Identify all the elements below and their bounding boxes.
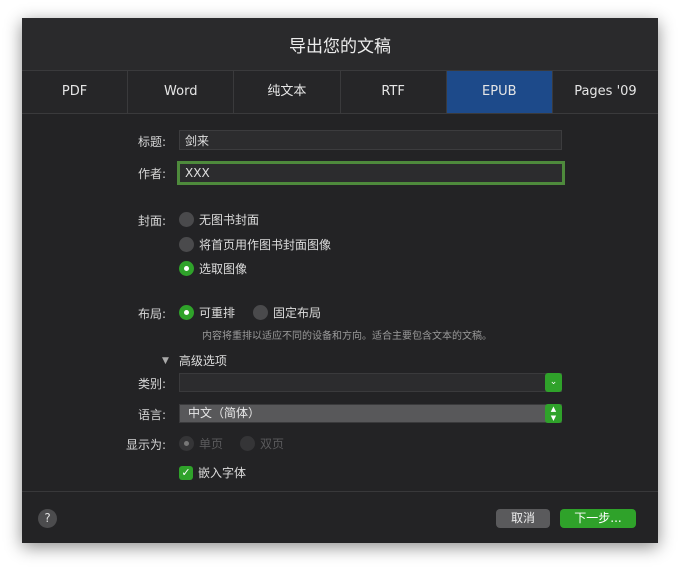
help-button[interactable]: ? <box>38 509 57 528</box>
radio-selected-icon <box>179 305 194 320</box>
radio-label: 无图书封面 <box>199 213 260 227</box>
tab-epub[interactable]: EPUB <box>446 71 553 113</box>
tab-pages09[interactable]: Pages '09 <box>553 71 658 113</box>
tab-word[interactable]: Word <box>128 71 235 113</box>
chevron-down-icon: ⌄ <box>545 373 562 392</box>
tab-plain-text[interactable]: 纯文本 <box>234 71 341 113</box>
radio-icon <box>240 436 255 451</box>
title-input[interactable]: 剑来 <box>179 130 562 150</box>
tab-rtf[interactable]: RTF <box>341 71 447 113</box>
language-value: 中文（简体） <box>188 406 261 420</box>
layout-radio-reflowable[interactable]: 可重排 <box>179 304 235 321</box>
checkbox-label: 嵌入字体 <box>198 466 247 480</box>
format-tabs: PDF Word 纯文本 RTF EPUB Pages '09 <box>22 70 658 114</box>
dialog-title: 导出您的文稿 <box>22 18 658 70</box>
radio-label: 固定布局 <box>273 306 322 320</box>
radio-label: 选取图像 <box>199 262 248 276</box>
radio-label: 可重排 <box>199 306 236 320</box>
author-input[interactable]: XXX <box>177 161 565 185</box>
display-radio-single[interactable]: 单页 <box>179 435 223 452</box>
language-label: 语言: <box>137 408 166 422</box>
tab-pdf[interactable]: PDF <box>22 71 129 113</box>
title-label: 标题: <box>137 135 166 149</box>
cancel-button[interactable]: 取消 <box>496 509 550 528</box>
language-select[interactable]: 中文（简体） ▲ ▼ <box>179 404 562 423</box>
category-label: 类别: <box>137 377 166 391</box>
display-label: 显示为: <box>125 438 166 452</box>
radio-icon <box>253 305 268 320</box>
disclosure-triangle-icon: ▼ <box>162 355 169 366</box>
checkbox-checked-icon: ✓ <box>179 465 193 480</box>
footer-divider <box>22 491 658 492</box>
layout-radio-fixed[interactable]: 固定布局 <box>253 304 321 321</box>
next-button[interactable]: 下一步... <box>560 509 636 528</box>
embed-fonts-checkbox[interactable]: ✓ 嵌入字体 <box>179 464 246 481</box>
up-down-chevron-icon: ▲ ▼ <box>545 404 562 423</box>
radio-label: 将首页用作图书封面图像 <box>199 238 332 252</box>
author-label: 作者: <box>137 167 166 181</box>
radio-icon <box>179 212 194 227</box>
cover-radio-first-page[interactable]: 将首页用作图书封面图像 <box>179 236 331 253</box>
advanced-label: 高级选项 <box>178 354 227 368</box>
radio-icon <box>179 237 194 252</box>
radio-selected-icon <box>179 261 194 276</box>
radio-label: 双页 <box>260 437 285 451</box>
export-dialog: 导出您的文稿 PDF Word 纯文本 RTF EPUB Pages '09 标… <box>22 18 658 543</box>
radio-selected-icon <box>179 436 194 451</box>
layout-hint: 内容将重排以适应不同的设备和方向。适合主要包含文本的文稿。 <box>202 331 492 342</box>
layout-label: 布局: <box>137 307 166 321</box>
cover-label: 封面: <box>137 214 166 228</box>
display-radio-double[interactable]: 双页 <box>240 435 284 452</box>
radio-label: 单页 <box>199 437 224 451</box>
advanced-options-toggle[interactable]: ▼ 高级选项 <box>162 352 227 369</box>
category-select[interactable]: ⌄ <box>179 373 562 392</box>
cover-radio-choose-image[interactable]: 选取图像 <box>179 260 247 277</box>
cover-radio-none[interactable]: 无图书封面 <box>179 211 259 228</box>
